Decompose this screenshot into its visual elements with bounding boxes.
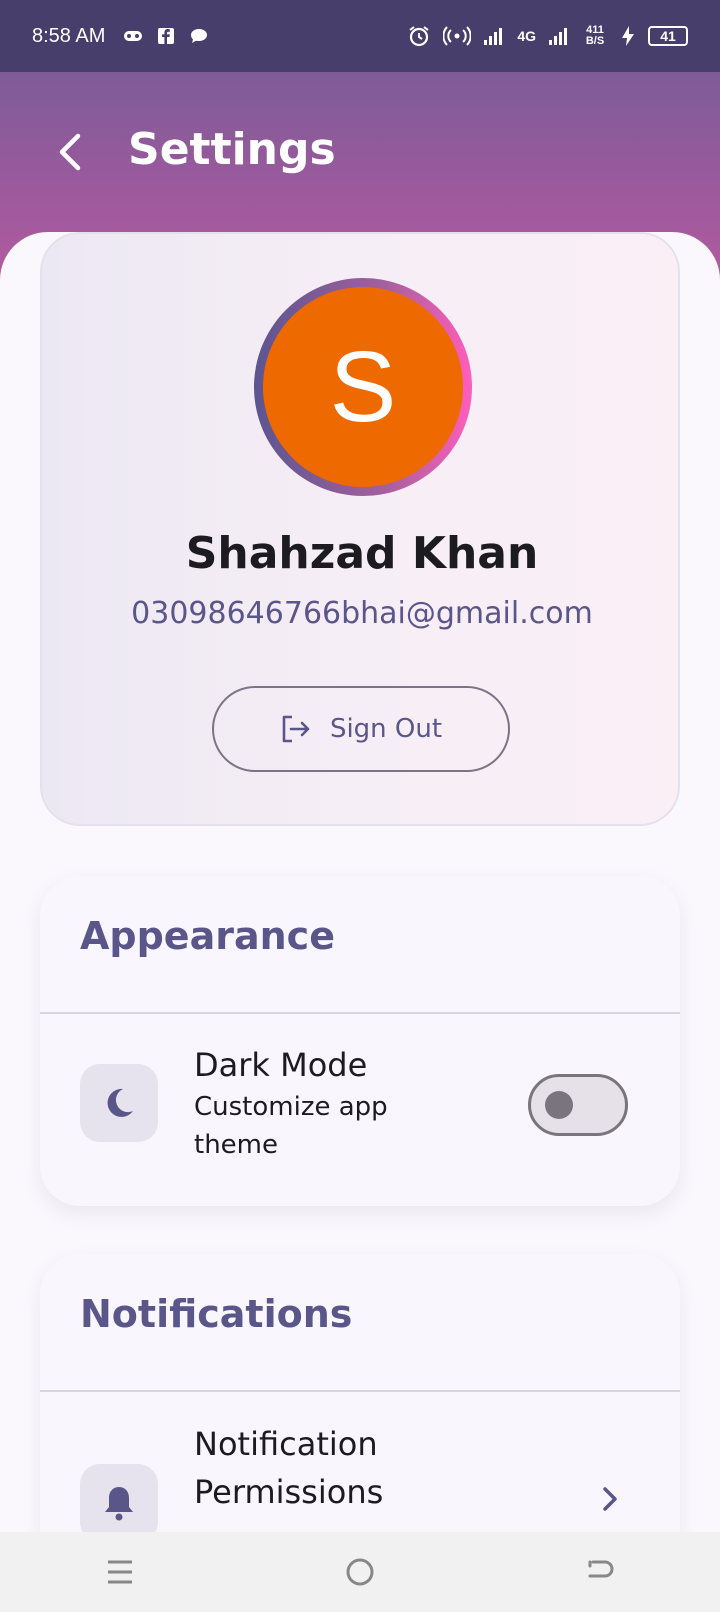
home-icon [346, 1558, 374, 1586]
notification-permissions-title[interactable]: Notification Permissions [194, 1420, 514, 1516]
recent-apps-button[interactable] [90, 1542, 150, 1602]
game-controller-icon [124, 31, 143, 41]
hotspot-icon [443, 26, 472, 46]
divider [40, 1012, 680, 1014]
profile-card: S Shahzad Khan 03098646766bhai@gmail.com… [40, 232, 680, 826]
network-type-label: 4G [517, 28, 536, 44]
facebook-icon [158, 28, 175, 44]
dark-mode-icon-tile [80, 1064, 158, 1142]
back-button[interactable] [48, 130, 92, 174]
system-nav-bar [0, 1532, 720, 1612]
home-button[interactable] [330, 1542, 390, 1602]
status-bar: 8:58 AM 4G 411 B/S 41 [0, 0, 720, 72]
chevron-right-icon[interactable] [600, 1484, 620, 1514]
battery-level: 41 [660, 28, 676, 44]
network-speed: 411 B/S [585, 24, 605, 47]
status-icons-left [123, 27, 209, 45]
signal-4g-icon [549, 28, 567, 45]
alarm-icon [409, 26, 429, 47]
system-back-button[interactable] [570, 1542, 630, 1602]
page-title: Settings [128, 124, 336, 175]
profile-email: 03098646766bhai@gmail.com [131, 596, 593, 631]
signal-icon [484, 28, 503, 45]
dark-mode-subtitle: Customize app theme [194, 1092, 388, 1160]
bell-icon [105, 1487, 133, 1521]
battery-icon: 41 [648, 26, 688, 46]
dark-mode-toggle[interactable] [528, 1074, 628, 1136]
status-icons-right: 4G 411 B/S 41 [407, 24, 688, 48]
menu-icon [108, 1560, 132, 1584]
logout-icon [282, 715, 310, 743]
avatar-initial: S [329, 330, 397, 443]
avatar[interactable]: S [263, 287, 463, 487]
chevron-left-icon [59, 133, 81, 171]
moon-icon [107, 1088, 133, 1117]
chat-bubble-icon [191, 29, 208, 43]
sign-out-label: Sign Out [329, 714, 443, 744]
appearance-section: Appearance Dark Mode Customize app theme [40, 876, 680, 1206]
back-icon [588, 1560, 614, 1578]
notification-icon-tile [80, 1464, 158, 1542]
appearance-title: Appearance [80, 914, 335, 958]
avatar-ring: S [254, 278, 472, 496]
notifications-title: Notifications [80, 1292, 353, 1336]
profile-name: Shahzad Khan [185, 528, 539, 579]
dark-mode-title: Dark Mode [194, 1046, 368, 1084]
charging-icon [622, 26, 634, 46]
divider [40, 1390, 680, 1392]
status-time: 8:58 AM [32, 24, 106, 47]
sign-out-button[interactable]: Sign Out [212, 686, 510, 772]
toggle-knob [545, 1091, 573, 1119]
